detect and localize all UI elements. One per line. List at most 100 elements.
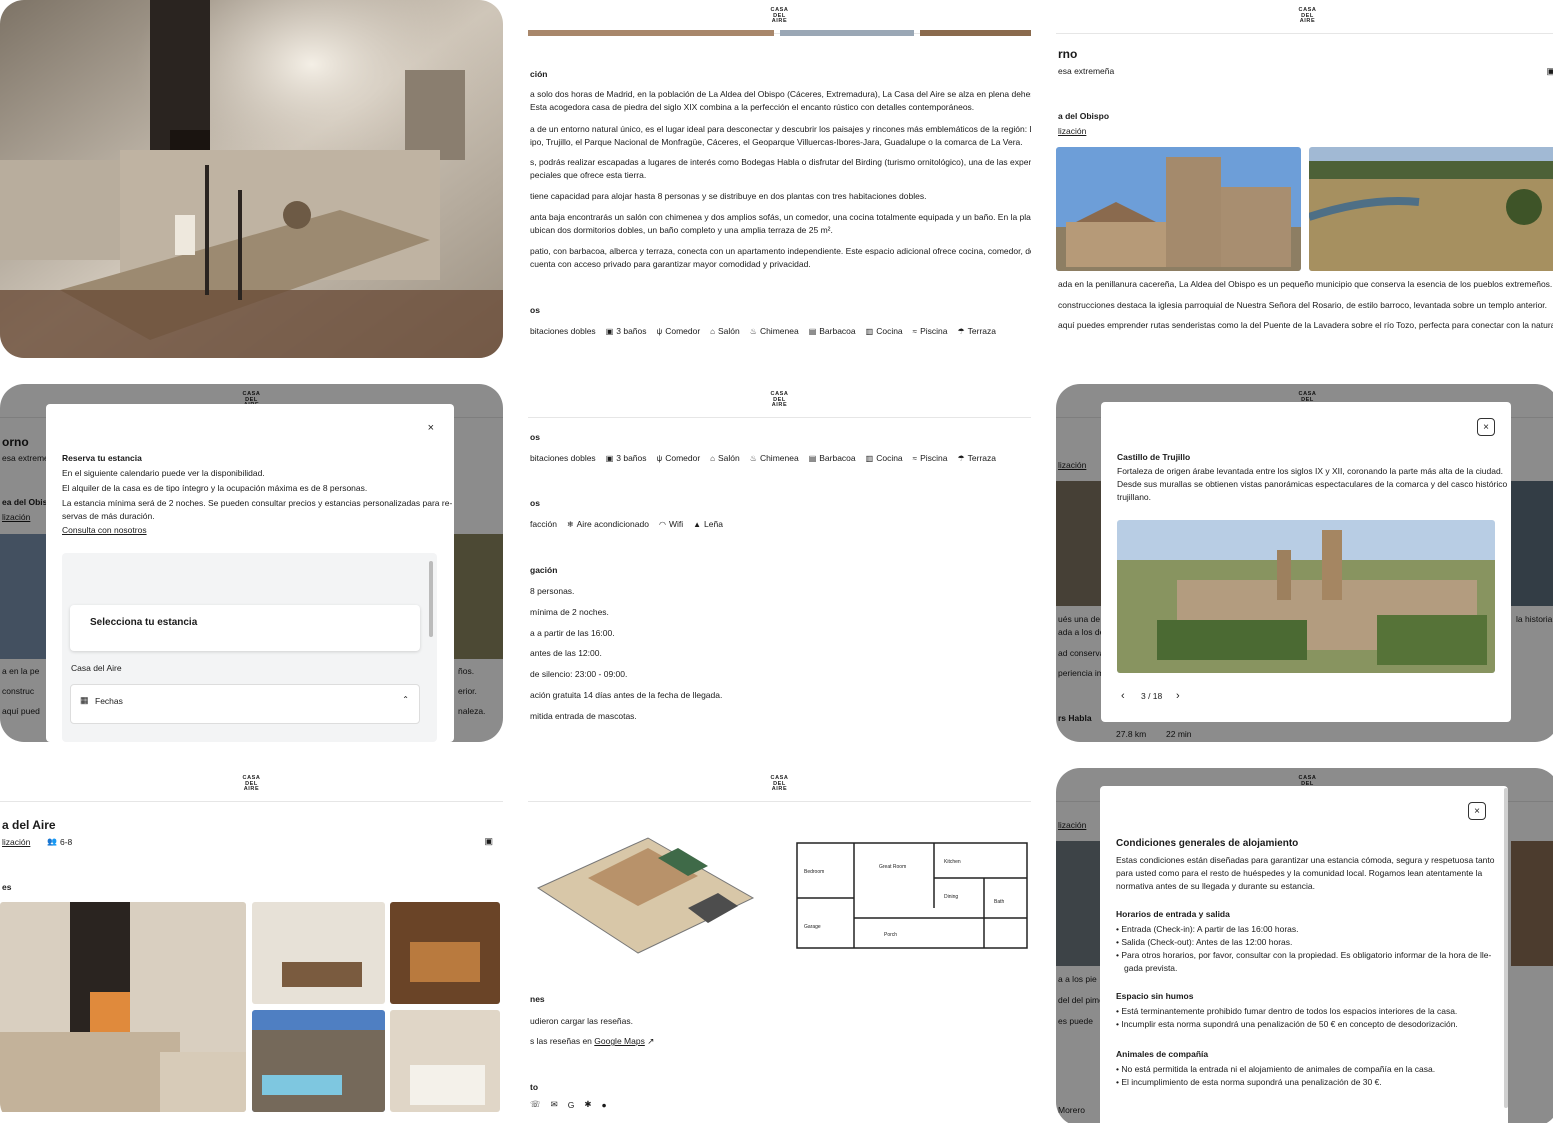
- amenities-rules-panel: CASA DEL AIRE os bitaciones dobles ▣ 3 baño…: [528, 384, 1031, 742]
- section-heading: ción: [530, 69, 548, 79]
- stove-icon: ▥: [865, 326, 874, 336]
- conditions-screen: CASADELAIRE lización a a los pie del del…: [1056, 768, 1553, 1123]
- service-wifi: ◠ Wifi: [658, 519, 684, 529]
- apple-icon[interactable]: ●: [602, 1100, 607, 1110]
- close-icon[interactable]: ×: [1468, 802, 1486, 820]
- amenity-bedrooms: bitaciones dobles: [530, 453, 596, 463]
- modal-text: El alquiler de la casa es de tipo íntegr…: [62, 483, 368, 493]
- amenities-list: bitaciones dobles ▣ 3 baños ψ Comedor ⌂ Sal…: [530, 326, 996, 336]
- gallery-icon[interactable]: ▣: [1546, 66, 1553, 77]
- service-ac: ❄ Aire acondicionado: [566, 519, 649, 529]
- gallery-bedroom-photo[interactable]: [390, 1010, 500, 1112]
- rule-item: ación gratuita 14 días antes de la fecha…: [530, 690, 723, 700]
- conditions-item: • Incumplir esta norma supondrá una pena…: [1116, 1019, 1458, 1029]
- whatsapp-icon[interactable]: ☏: [530, 1099, 541, 1110]
- google-maps-link[interactable]: Google Maps: [594, 1036, 645, 1046]
- location-link[interactable]: lización: [2, 837, 30, 848]
- modal-text: Desde sus murallas se obtienen vistas pa…: [1117, 479, 1508, 489]
- gallery-dining-photo[interactable]: [252, 902, 385, 1004]
- casa-del-aire-logo[interactable]: CASADELAIRE: [771, 391, 789, 409]
- paragraph: ubican dos dormitorios dobles, un baño c…: [530, 225, 833, 235]
- rule-item: 8 personas.: [530, 586, 575, 596]
- booking-icon[interactable]: ✱: [584, 1099, 591, 1110]
- 3d-floorplan-image[interactable]: [528, 828, 758, 958]
- dates-dropdown[interactable]: ▦ Fechas ⌃: [70, 684, 420, 724]
- conditions-item: • Está terminantemente prohibido fumar d…: [1116, 1006, 1458, 1016]
- stay-selector[interactable]: Selecciona tu estancia: [70, 605, 420, 651]
- gallery-main-photo[interactable]: [0, 902, 246, 1112]
- umbrella-icon: ☂: [957, 326, 965, 336]
- casa-del-aire-logo[interactable]: CASADELAIRE: [1299, 7, 1317, 25]
- image-counter: 3 / 18: [1141, 691, 1163, 701]
- rule-item: mínima de 2 noches.: [530, 607, 609, 617]
- castle-photo[interactable]: [1117, 520, 1495, 673]
- amenity-pool: ≈ Piscina: [912, 326, 948, 336]
- church-photo[interactable]: [1056, 147, 1301, 271]
- gallery-icon[interactable]: ▣: [484, 836, 493, 847]
- gallery-pool-photo[interactable]: [252, 1010, 385, 1112]
- place-modal: × Castillo de Trujillo Fortaleza de orig…: [1101, 402, 1511, 722]
- site-header: CASADELAIRE: [528, 384, 1031, 418]
- dates-label: Fechas: [95, 696, 123, 706]
- paragraph: s, podrás realizar escapadas a lugares d…: [530, 157, 1031, 167]
- modal-intro: para usted como para el resto de huésped…: [1116, 868, 1483, 878]
- modal-text: Fortaleza de origen árabe levantada entr…: [1117, 466, 1504, 476]
- reviews-link-line: s las reseñas en Google Maps ↗: [530, 1036, 655, 1046]
- section-heading: os: [530, 498, 540, 508]
- paragraph: patio, con barbacoa, alberca y terraza, …: [530, 246, 1031, 256]
- scrollbar[interactable]: [429, 561, 433, 637]
- cutlery-icon: ψ: [656, 453, 663, 463]
- contact-link[interactable]: Consulta con nosotros: [62, 525, 147, 536]
- modal-text: La estancia mínima será de 2 noches. Se …: [62, 498, 453, 508]
- 2d-floorplan-image[interactable]: Great Room Kitchen Dining Bedroom Bath P…: [794, 828, 1031, 958]
- modal-text: trujillano.: [1117, 492, 1152, 502]
- prev-arrow-icon[interactable]: ‹: [1121, 690, 1125, 702]
- google-icon[interactable]: G: [568, 1100, 575, 1110]
- casa-del-aire-logo[interactable]: CASADELAIRE: [243, 775, 261, 793]
- casa-del-aire-logo[interactable]: CASADELAIRE: [771, 775, 789, 793]
- cutlery-icon: ψ: [656, 326, 663, 336]
- calendar-icon: ▦: [80, 695, 89, 705]
- logs-icon: ▲: [693, 519, 702, 529]
- river-landscape-photo[interactable]: [1309, 147, 1553, 271]
- plan-label: Bedroom: [804, 869, 824, 875]
- paragraph: Esta acogedora casa de piedra del siglo …: [530, 102, 975, 112]
- casa-del-aire-logo[interactable]: CASADELAIRE: [771, 7, 789, 25]
- amenity-terrace: ☂ Terraza: [957, 453, 996, 463]
- paragraph: aquí puedes emprender rutas senderistas …: [1058, 320, 1553, 330]
- section-title: rno: [1058, 47, 1078, 61]
- contact-icons: ☏ ✉ G ✱ ●: [530, 1099, 607, 1110]
- conditions-item: • Entrada (Check-in): A partir de las 16…: [1116, 924, 1299, 934]
- section-heading: gación: [530, 565, 558, 575]
- flame-icon: ♨: [749, 453, 757, 463]
- reservation-screen: CASADELAIRE orno esa extreme ea del Obis…: [0, 384, 503, 742]
- amenity-dining: ψ Comedor: [656, 326, 701, 336]
- amenity-fireplace: ♨ Chimenea: [749, 326, 799, 336]
- gallery-kitchen-photo[interactable]: [390, 902, 500, 1004]
- plan-label: Great Room: [879, 864, 906, 870]
- plan-label: Kitchen: [944, 859, 961, 865]
- paragraph: peciales que ofrece esta tierra.: [530, 170, 647, 180]
- pool-icon: ≈: [912, 326, 918, 336]
- email-icon[interactable]: ✉: [551, 1099, 558, 1110]
- scrollbar[interactable]: [1504, 788, 1508, 1108]
- next-arrow-icon[interactable]: ›: [1176, 690, 1180, 702]
- house-icon: ⌂: [710, 453, 716, 463]
- amenity-bathrooms: ▣ 3 baños: [605, 453, 647, 463]
- floorplan-reviews-panel: CASA DEL AIRE Great Room Kitchen Dining Be…: [528, 768, 1031, 1123]
- location-link[interactable]: lización: [1058, 126, 1086, 137]
- conditions-item: • Para otros horarios, por favor, consul…: [1116, 950, 1492, 960]
- close-icon[interactable]: ×: [1477, 418, 1495, 436]
- paragraph: ipo, Trujillo, el Parque Nacional de Mon…: [530, 137, 1023, 147]
- stove-icon: ▥: [865, 453, 874, 463]
- section-subtitle: esa extremeña: [1058, 66, 1115, 76]
- modal-title: Condiciones generales de alojamiento: [1116, 838, 1299, 849]
- service-heating: facción: [530, 519, 557, 529]
- living-room-photo: [0, 0, 503, 358]
- guests-icon: 👥: [47, 837, 57, 846]
- living-room-image: [0, 0, 503, 358]
- description-panel: CASA DEL AIRE ción a solo dos horas de Mad…: [528, 0, 1031, 358]
- close-icon[interactable]: ×: [428, 422, 434, 434]
- conditions-modal: × Condiciones generales de alojamiento E…: [1100, 786, 1508, 1123]
- place-detail-screen: CASADELAIRE lización ués una de la ada a…: [1056, 384, 1553, 742]
